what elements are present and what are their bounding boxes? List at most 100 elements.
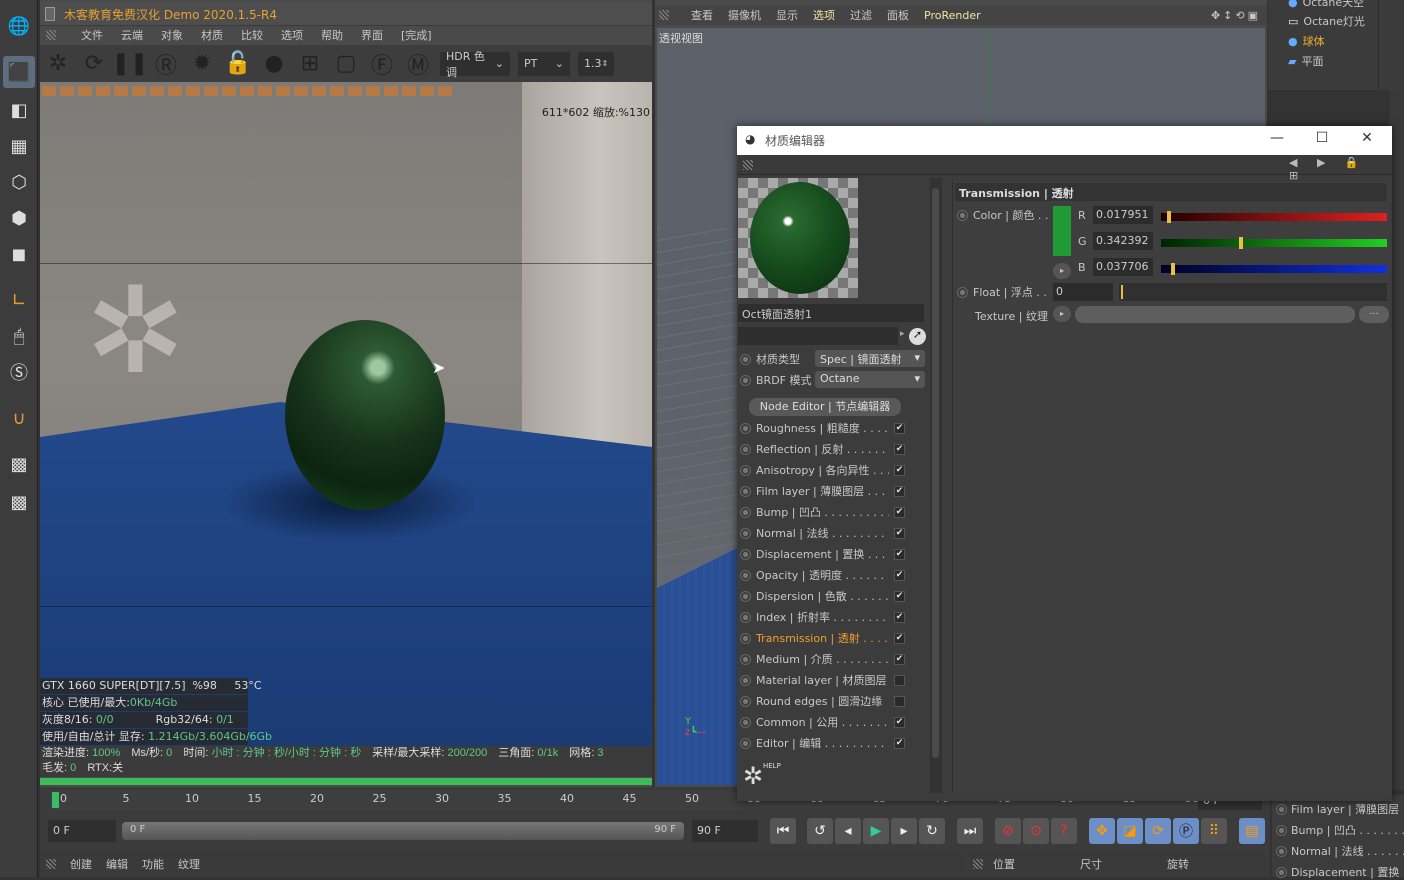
frame-range-slider[interactable]: 0 F 90 F	[122, 822, 684, 840]
goto-end-button[interactable]: ⏭	[957, 818, 983, 844]
channel-checkbox[interactable]: ✔	[894, 506, 905, 518]
menu-gui[interactable]: 界面	[361, 27, 383, 43]
octane-logo-icon[interactable]: ✲	[44, 50, 72, 78]
focus-pick-icon[interactable]: Ⓕ	[368, 50, 396, 79]
anim-radio[interactable]	[740, 611, 751, 623]
anim-radio[interactable]	[740, 443, 751, 455]
channel-item[interactable]: Transmission | 透射 . . . . ✔	[740, 629, 905, 647]
texture-mode-icon[interactable]: ◧	[3, 94, 35, 126]
texture-expand-button[interactable]: ▸	[1053, 306, 1071, 322]
channel-item[interactable]: Film layer | 薄膜图层 . . . ✔	[740, 482, 905, 500]
auto-key-button[interactable]: ⊙	[1023, 818, 1049, 844]
lock-grid-icon[interactable]: ▩	[3, 448, 35, 480]
g-slider-knob[interactable]	[1239, 237, 1243, 249]
anim-radio[interactable]	[740, 590, 751, 602]
b-slider[interactable]	[1161, 263, 1387, 275]
channel-item[interactable]: Common | 公用 . . . . . . . . ✔	[740, 713, 905, 731]
points-mode-icon[interactable]: ⬡	[3, 166, 35, 198]
float-slider[interactable]	[1119, 283, 1387, 301]
channel-item[interactable]: Roughness | 粗糙度 . . . . ✔	[740, 419, 905, 437]
menu-materials[interactable]: 材质	[201, 27, 223, 43]
menu-done[interactable]: [完成]	[401, 27, 432, 43]
channel-item[interactable]: Material layer | 材质图层	[740, 671, 905, 689]
anim-radio[interactable]	[740, 464, 751, 476]
anim-radio[interactable]	[957, 286, 968, 298]
value-stepper[interactable]: 1.3 ⇕	[578, 51, 614, 76]
snap-icon[interactable]: Ⓢ	[3, 356, 35, 388]
menu-cameras[interactable]: 摄像机	[728, 7, 761, 23]
channel-item[interactable]: Displacement | 置换 . . . . ✔	[740, 545, 905, 563]
color-swatch[interactable]	[1053, 206, 1071, 256]
pick-cursor-icon[interactable]: ➚	[909, 328, 926, 345]
small-region-icon[interactable]: ▢	[332, 50, 360, 78]
menu-cloud[interactable]: 云端	[121, 27, 143, 43]
render-image[interactable]: ✲ 611*602 缩放:%130 ➤	[40, 82, 652, 746]
key-pla-button[interactable]: ⠿	[1201, 818, 1227, 844]
menu-options[interactable]: 选项	[281, 27, 303, 43]
float-input[interactable]: 0	[1053, 283, 1113, 301]
object-octane-light[interactable]: ▭ Octane灯光	[1288, 13, 1365, 29]
menu-create[interactable]: 创建	[70, 856, 92, 872]
coord-size[interactable]: 尺寸	[1080, 856, 1102, 872]
object-sphere[interactable]: ● 球体	[1288, 33, 1325, 49]
kernel-dropdown[interactable]: PT ⌄	[518, 51, 570, 76]
menu-file[interactable]: 文件	[81, 27, 103, 43]
attr-normal[interactable]: Normal | 法线 . . . . . .	[1276, 843, 1404, 859]
anim-radio[interactable]	[740, 422, 751, 434]
anim-radio[interactable]	[740, 374, 751, 386]
anim-radio[interactable]	[740, 548, 751, 560]
channel-item[interactable]: Medium | 介质 . . . . . . . . ✔	[740, 650, 905, 668]
node-editor-button[interactable]: Node Editor | 节点编辑器	[749, 398, 901, 416]
settings-gear-icon[interactable]: ✹	[188, 50, 216, 78]
keyframe-selection-button[interactable]: ?	[1051, 818, 1077, 844]
next-frame-button[interactable]: ▸	[891, 818, 917, 844]
attr-film-layer[interactable]: Film layer | 薄膜图层	[1276, 801, 1399, 817]
channel-item[interactable]: Editor | 编辑 . . . . . . . . . . ✔	[740, 734, 905, 752]
scrollbar-thumb[interactable]	[932, 188, 939, 758]
anim-radio[interactable]	[740, 506, 751, 518]
nav-icons[interactable]: ◀ ▶ 🔒 ⊞	[1289, 156, 1392, 182]
object-plane[interactable]: ▰ 平面	[1288, 53, 1323, 69]
coord-position[interactable]: 位置	[993, 856, 1015, 872]
g-slider[interactable]	[1161, 237, 1387, 249]
material-preview[interactable]	[738, 178, 858, 298]
channel-item[interactable]: Reflection | 反射 . . . . . . ✔	[740, 440, 905, 458]
channel-scrollbar[interactable]	[930, 178, 942, 793]
channel-checkbox[interactable]: ✔	[894, 464, 905, 476]
channel-item[interactable]: Normal | 法线 . . . . . . . . ✔	[740, 524, 905, 542]
magnet-icon[interactable]: ∪	[3, 402, 35, 434]
menu-filter[interactable]: 过滤	[850, 7, 872, 23]
play-button[interactable]: ▶	[863, 818, 889, 844]
menu-compare[interactable]: 比较	[241, 27, 263, 43]
pause-icon[interactable]: ❚❚	[112, 50, 149, 78]
add-region-icon[interactable]: ⊞	[296, 50, 324, 78]
material-ball-icon[interactable]: ●	[260, 50, 288, 78]
lock-icon[interactable]: 🔓	[224, 50, 252, 78]
channel-item[interactable]: Round edges | 圆滑边缘	[740, 692, 905, 710]
channel-item[interactable]: Anisotropy | 各向异性 . . . ✔	[740, 461, 905, 479]
end-frame-field[interactable]: 90 F	[692, 820, 758, 842]
channel-checkbox[interactable]	[894, 674, 905, 686]
next-key-button[interactable]: ↻	[919, 818, 945, 844]
goto-start-button[interactable]: ⏮	[770, 818, 796, 844]
r-slider[interactable]	[1161, 211, 1387, 223]
minimize-button[interactable]: —	[1262, 130, 1292, 150]
channel-checkbox[interactable]: ✔	[894, 422, 905, 434]
channel-checkbox[interactable]: ✔	[894, 569, 905, 581]
texture-more-button[interactable]: ...	[1359, 306, 1389, 323]
object-octane-sky[interactable]: ● Octane天空	[1288, 0, 1364, 10]
channel-checkbox[interactable]: ✔	[894, 632, 905, 644]
anim-radio[interactable]	[740, 695, 751, 707]
channel-checkbox[interactable]: ✔	[894, 716, 905, 728]
attr-bump[interactable]: Bump | 凹凸 . . . . . . .	[1276, 822, 1404, 838]
channel-checkbox[interactable]: ✔	[894, 548, 905, 560]
material-name-field[interactable]: Oct镜面透射1	[738, 304, 924, 322]
timeline-window-button[interactable]: ▤	[1239, 818, 1265, 844]
coord-rotation[interactable]: 旋转	[1167, 856, 1189, 872]
key-scale-button[interactable]: ◪	[1117, 818, 1143, 844]
playhead[interactable]	[52, 792, 59, 808]
channel-checkbox[interactable]: ✔	[894, 443, 905, 455]
region-render-icon[interactable]: Ⓡ	[152, 50, 180, 79]
edges-mode-icon[interactable]: ⬢	[3, 202, 35, 234]
anim-radio[interactable]	[740, 653, 751, 665]
